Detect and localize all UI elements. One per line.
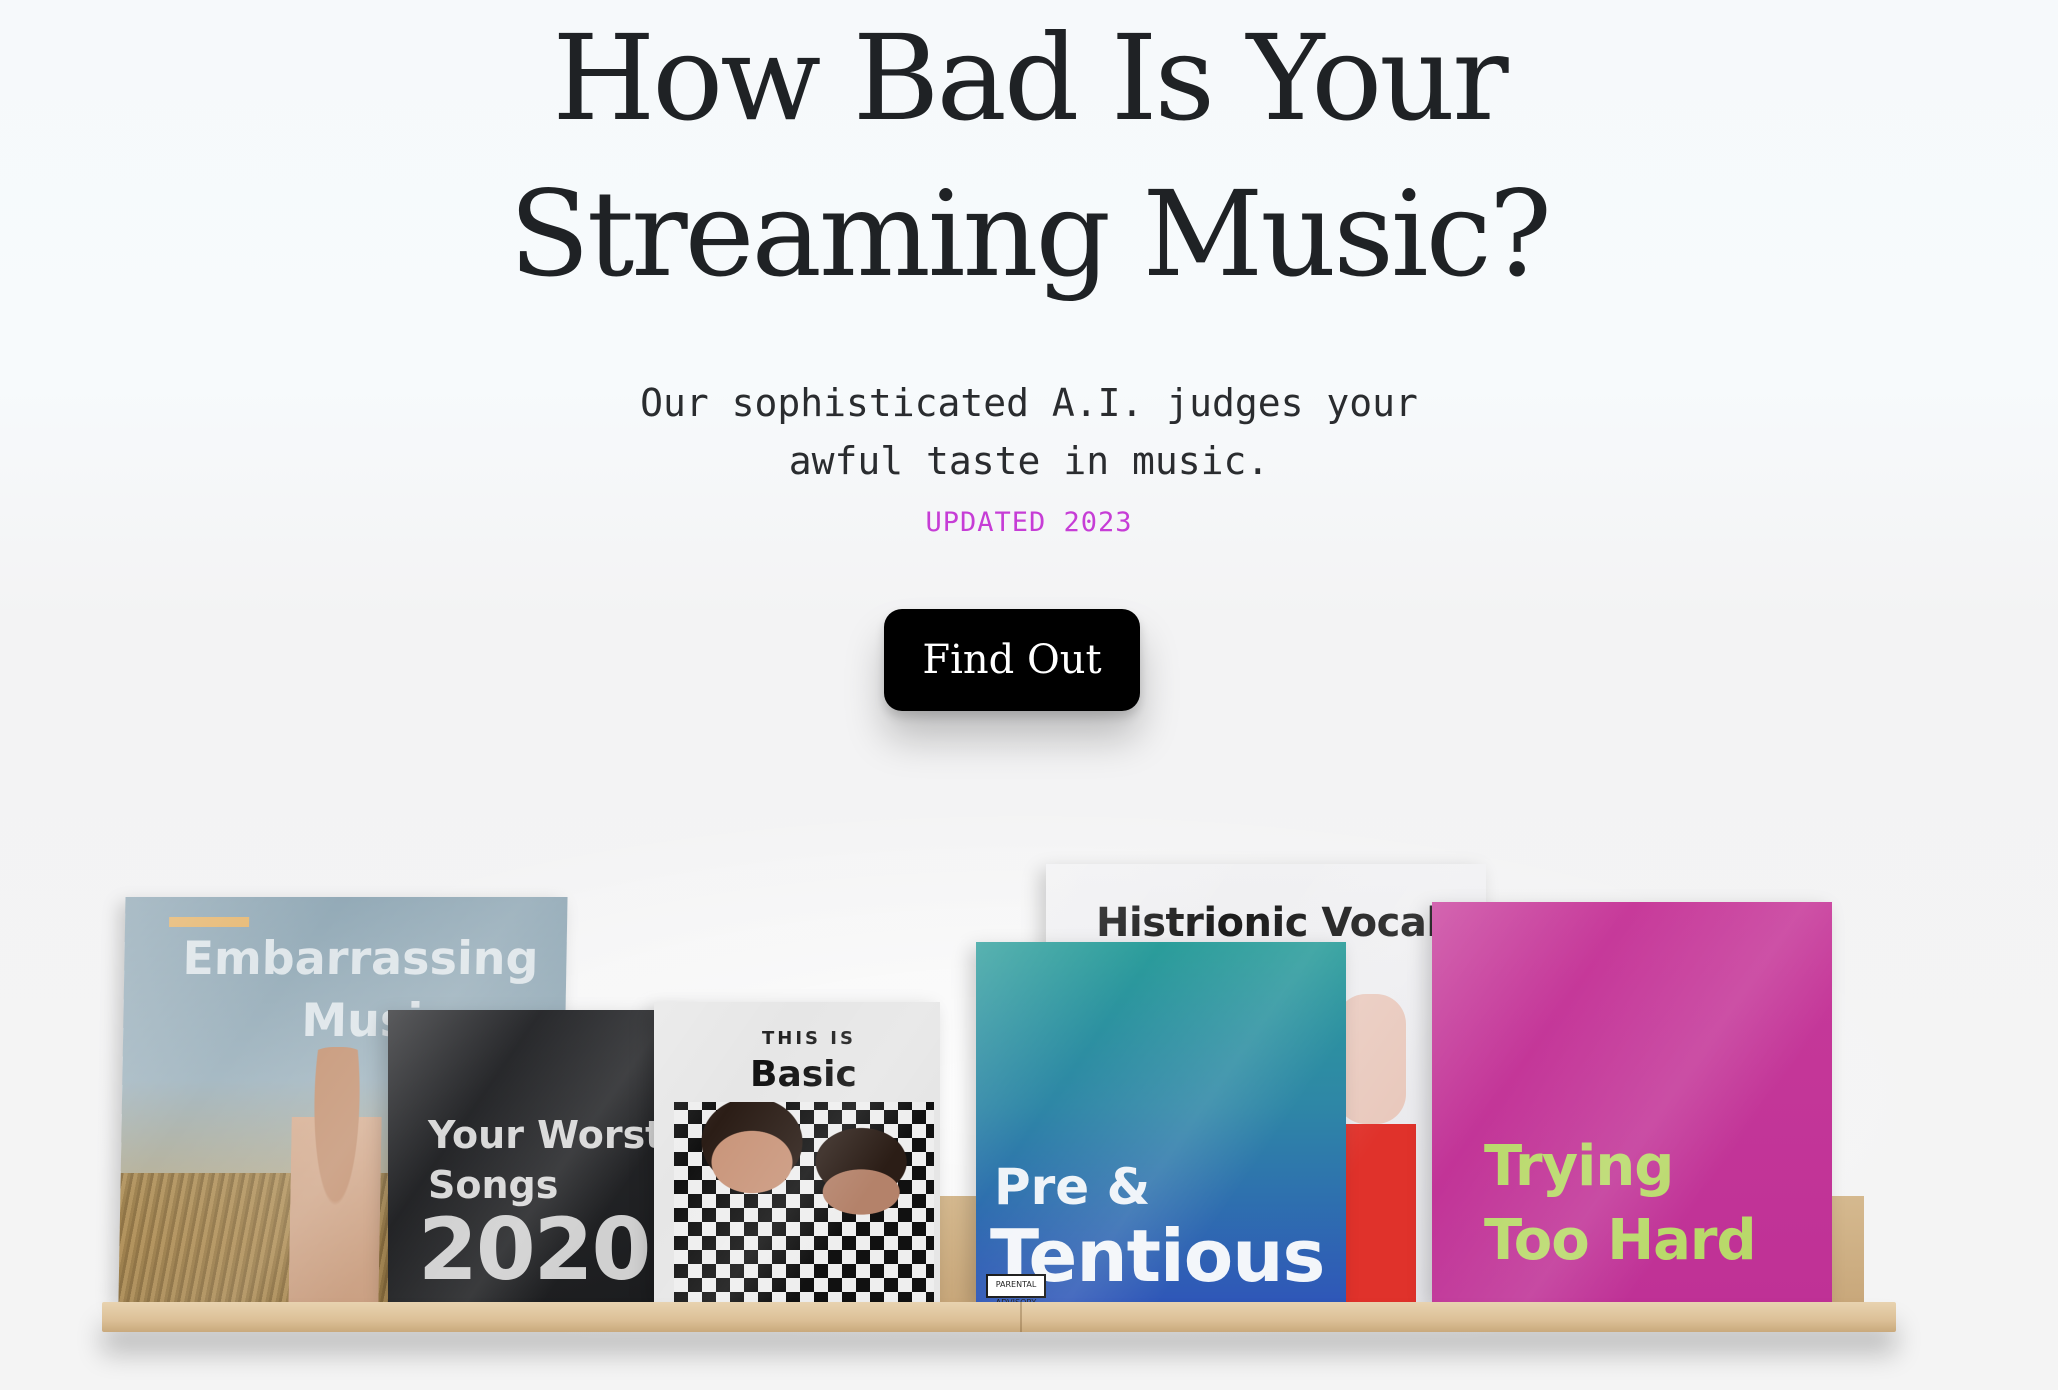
- page-title-line-2: Streaming Music?: [509, 165, 1552, 303]
- album-title-line-1: Pre &: [994, 1158, 1151, 1216]
- album-cover-this-is-basic: THIS IS Basic: [654, 1002, 940, 1302]
- album-title: Your Worst Songs: [428, 1110, 663, 1210]
- album-cover-trying-too-hard: Trying Too Hard: [1432, 902, 1832, 1302]
- hero-subtitle: Our sophisticated A.I. judges your awful…: [0, 374, 2058, 490]
- album-title: Histrionic Vocals: [1096, 900, 1463, 946]
- page-title-line-1: How Bad Is Your: [552, 9, 1508, 147]
- find-out-button[interactable]: Find Out: [884, 609, 1140, 711]
- album-title-line-1: Trying: [1484, 1134, 1674, 1199]
- hero-subtitle-line-2: awful taste in music.: [788, 439, 1270, 483]
- album-title-line-1: Embarrassing: [182, 931, 539, 985]
- page-title: How Bad Is Your Streaming Music?: [0, 0, 2058, 312]
- parental-advisory-label: PARENTAL ADVISORY: [986, 1274, 1046, 1302]
- hero-subtitle-line-1: Our sophisticated A.I. judges your: [640, 381, 1418, 425]
- wooden-shelf: [102, 1302, 1896, 1332]
- album-art-people: [674, 1102, 934, 1302]
- album-title-line-2: Too Hard: [1484, 1208, 1757, 1273]
- album-title-line-1: Your Worst: [428, 1113, 664, 1157]
- album-title: Trying Too Hard: [1484, 1130, 1757, 1278]
- album-year: 2020: [418, 1200, 651, 1300]
- album-label-tag: [169, 917, 250, 927]
- album-art-face: [1336, 994, 1406, 1124]
- album-title: Basic: [750, 1054, 857, 1095]
- album-cover-pre-tentious: Pre & Tentious PARENTAL ADVISORY: [976, 942, 1346, 1302]
- album-cover-your-worst-songs: Your Worst Songs 2020: [388, 1010, 698, 1302]
- shelf-joint: [1020, 1302, 1022, 1332]
- album-art-figure: [288, 1047, 383, 1303]
- updated-badge: UPDATED 2023: [925, 507, 1133, 538]
- album-subtitle: THIS IS: [762, 1028, 856, 1049]
